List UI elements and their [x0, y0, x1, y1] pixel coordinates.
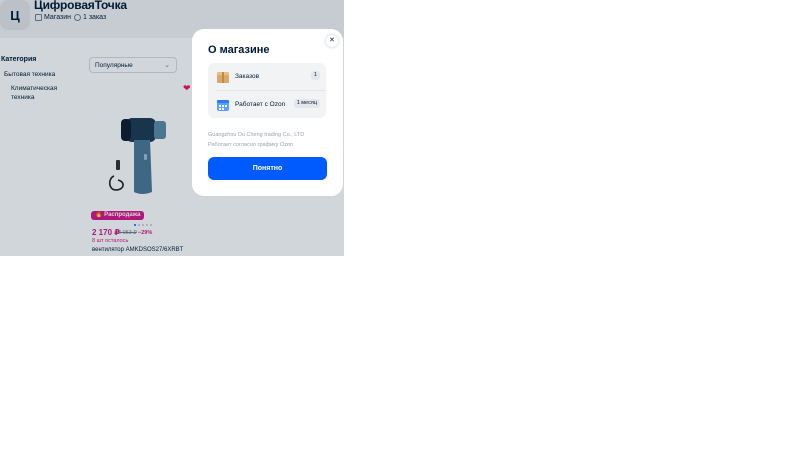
stat-ozon-since: Работает с Ozon 1 месяц: [208, 91, 326, 118]
store-page: Ц ЦифроваяТочка Магазин 1 заказ Категори…: [0, 0, 344, 256]
modal-title: О магазине: [208, 44, 270, 56]
stat-orders-value: 1: [310, 71, 320, 80]
stat-orders: Заказов 1: [208, 63, 326, 91]
understood-button[interactable]: Понятно: [208, 157, 327, 180]
calendar-icon: [217, 100, 229, 111]
stat-orders-label: Заказов: [235, 73, 260, 80]
company-name: Guangzhou Du Cheng trading Co., LTD: [208, 132, 305, 138]
schedule-note: Работает согласно графику Ozon: [208, 142, 294, 148]
box-icon: [217, 72, 229, 83]
about-shop-modal: О магазине ✕ Заказов 1 Работает с Ozon 1…: [192, 29, 343, 196]
stat-ozon-since-value: 1 месяц: [293, 99, 320, 108]
close-icon[interactable]: ✕: [326, 35, 338, 47]
stat-ozon-since-label: Работает с Ozon: [235, 101, 286, 108]
shop-stats: Заказов 1 Работает с Ozon 1 месяц: [208, 63, 326, 118]
